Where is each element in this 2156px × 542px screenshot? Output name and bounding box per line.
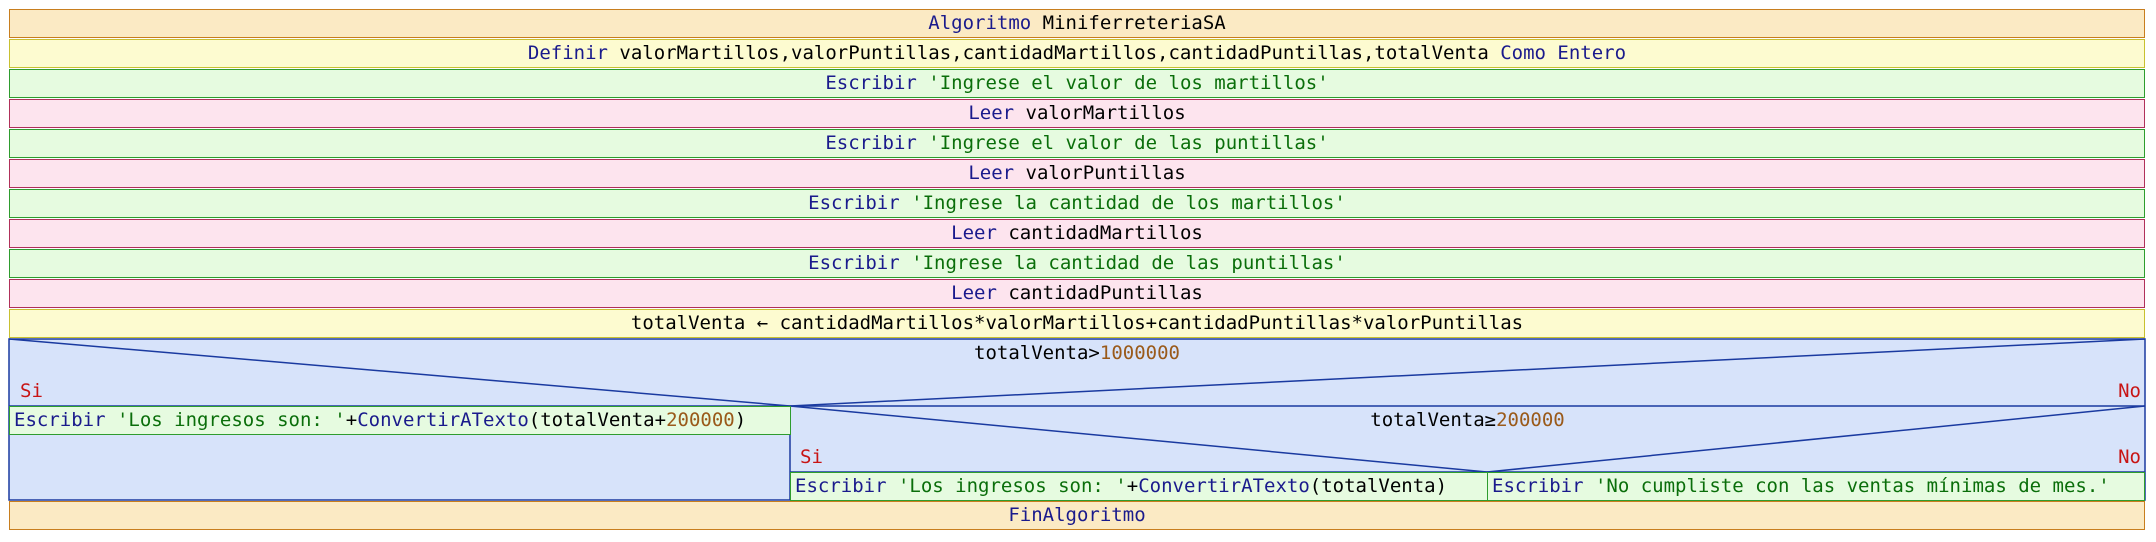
token: Escribir: [14, 409, 117, 431]
token: ConvertirATexto: [357, 409, 529, 431]
nassi-shneiderman-diagram: Algoritmo MiniferreteriaSA Definir valorM…: [0, 0, 2156, 542]
outer-if-condition: totalVenta>1000000: [9, 340, 2145, 367]
inner-if-no-action: Escribir 'No cumpliste con las ventas mí…: [1487, 472, 2145, 501]
token: 'Los ingresos son: ': [116, 409, 346, 431]
token: 200000: [1496, 409, 1565, 431]
fin-algoritmo-row: FinAlgoritmo: [9, 501, 2145, 530]
inner-if-condition: totalVenta≥200000: [790, 407, 2145, 434]
inner-if-si-action: Escribir 'Los ingresos son: '+ConvertirA…: [790, 472, 1488, 501]
token: (totalVenta): [1309, 475, 1448, 497]
token: +: [345, 409, 358, 431]
token: Escribir: [795, 475, 898, 497]
token: FinAlgoritmo: [1008, 504, 1146, 526]
token: 'No cumpliste con las ventas mínimas de …: [1594, 475, 2110, 497]
outer-if-si-action: Escribir 'Los ingresos son: '+ConvertirA…: [9, 406, 791, 435]
token: totalVenta≥: [1370, 409, 1497, 431]
token: Escribir: [1492, 475, 1595, 497]
conditional-block: [8, 338, 2146, 501]
token: ): [734, 409, 747, 431]
inner-if-si-label: Si: [800, 446, 823, 468]
token: (totalVenta+: [528, 409, 667, 431]
token: ConvertirATexto: [1138, 475, 1310, 497]
token: 200000: [666, 409, 735, 431]
outer-if-no-label: No: [2118, 380, 2141, 402]
inner-if-no-label: No: [2118, 446, 2141, 468]
outer-if-si-label: Si: [20, 380, 43, 402]
token: +: [1126, 475, 1139, 497]
token: 'Los ingresos son: ': [897, 475, 1127, 497]
token: totalVenta>: [974, 342, 1100, 364]
token: 1000000: [1099, 342, 1180, 364]
